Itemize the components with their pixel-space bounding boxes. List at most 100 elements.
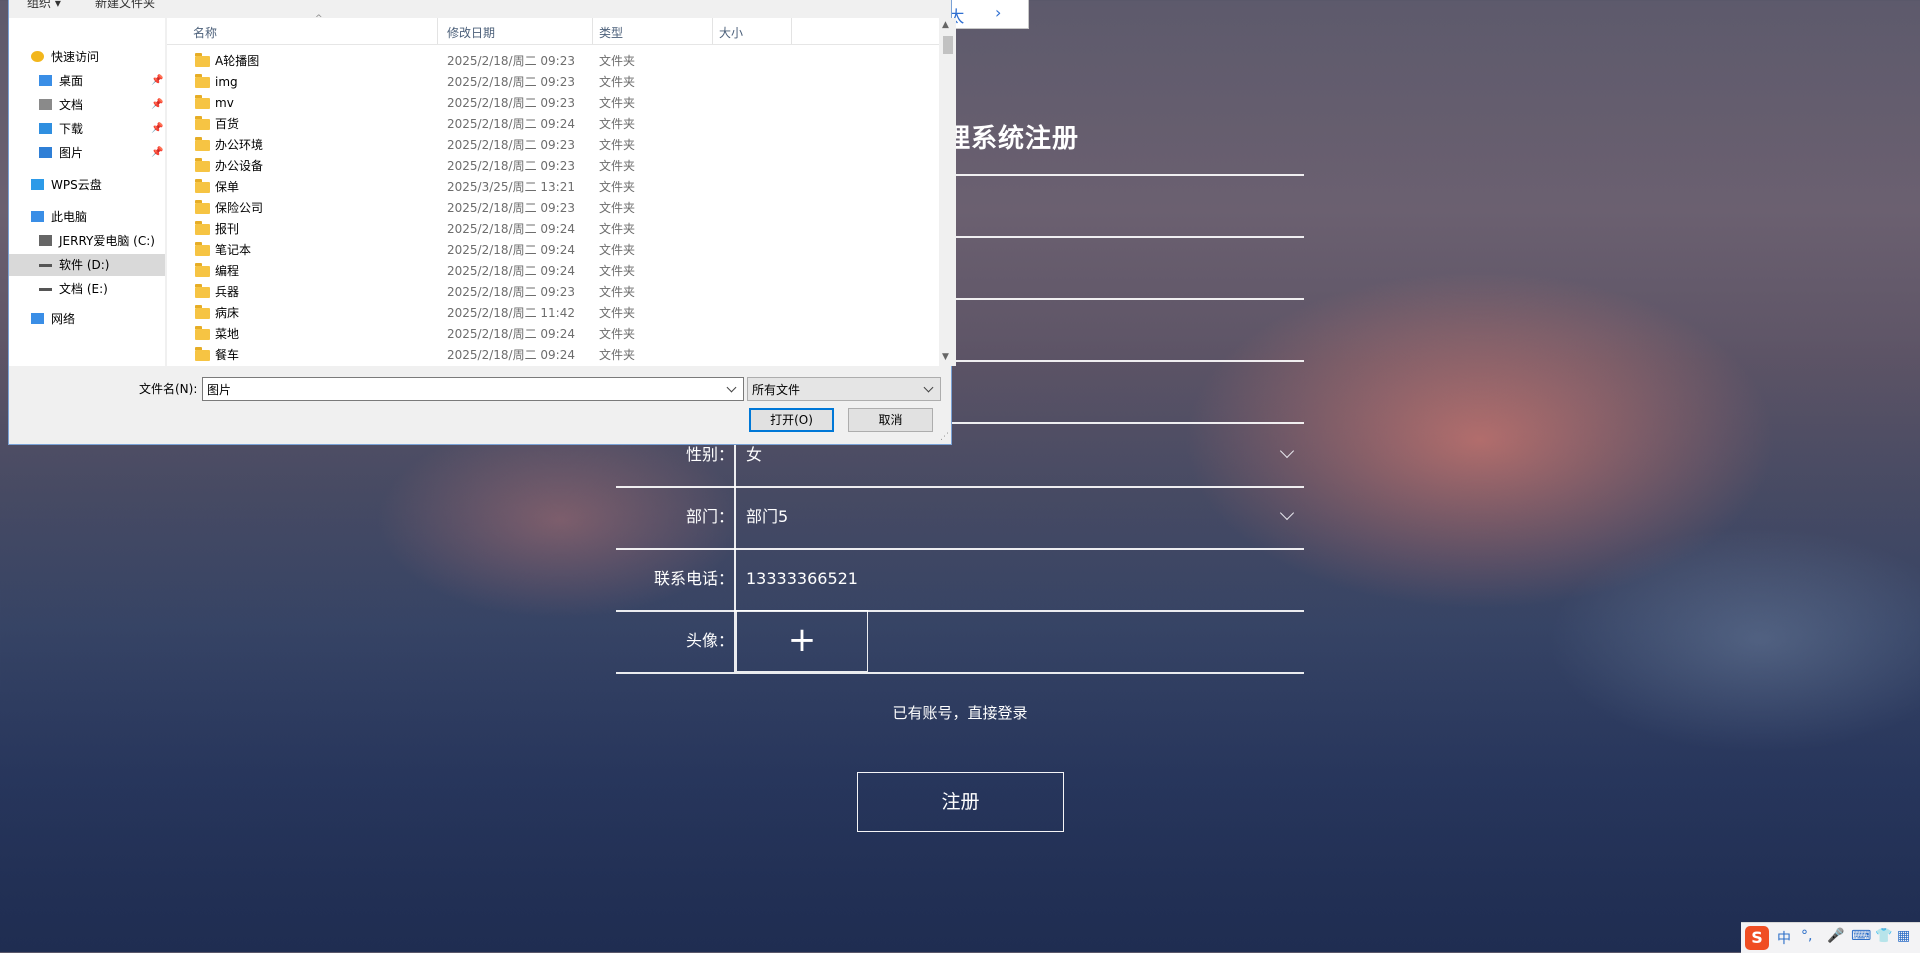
file-row[interactable]: 报刊 2025/2/18/周二 09:24 文件夹 <box>167 219 927 240</box>
file-row[interactable]: 笔记本 2025/2/18/周二 09:24 文件夹 <box>167 240 927 261</box>
ime-next-page-icon[interactable]: › <box>995 3 1001 22</box>
nav-item[interactable]: 快速访问 <box>9 46 165 68</box>
file-row[interactable]: 病床 2025/2/18/周二 11:42 文件夹 <box>167 303 927 324</box>
file-date: 2025/2/18/周二 09:23 <box>447 138 575 152</box>
phone-label: 联系电话： <box>653 569 734 588</box>
toolbox-icon[interactable]: ▦ <box>1897 928 1910 944</box>
chevron-down-icon[interactable] <box>923 382 934 393</box>
nav-item-label: WPS云盘 <box>51 178 102 192</box>
nav-item[interactable]: WPS云盘 <box>9 174 165 196</box>
keyboard-icon[interactable]: ⌨ <box>1851 928 1871 944</box>
folder-icon <box>195 263 210 277</box>
nav-item[interactable]: 网络 <box>9 308 165 330</box>
nav-item[interactable]: 软件 (D:) <box>9 254 165 276</box>
nav-item-label: 快速访问 <box>51 50 100 64</box>
filetype-select[interactable]: 所有文件 <box>747 377 941 401</box>
new-folder-button[interactable]: 新建文件夹 <box>95 0 155 11</box>
file-row[interactable]: 百货 2025/2/18/周二 09:24 文件夹 <box>167 114 927 135</box>
filename-label: 文件名(N): <box>139 382 198 396</box>
nav-item[interactable]: 文档 (E:) <box>9 278 165 300</box>
file-date: 2025/2/18/周二 09:23 <box>447 159 575 173</box>
folder-icon <box>195 95 210 109</box>
chevron-down-icon[interactable] <box>1279 443 1295 459</box>
chevron-down-icon[interactable] <box>726 382 737 393</box>
scroll-up-icon[interactable]: ▲ <box>942 20 949 30</box>
sogou-logo-icon[interactable]: S <box>1745 926 1769 950</box>
avatar-label: 头像： <box>685 631 734 650</box>
file-name: A轮播图 <box>215 54 260 68</box>
file-type: 文件夹 <box>599 138 636 152</box>
field-separator <box>734 548 736 610</box>
file-type: 文件夹 <box>599 243 636 257</box>
file-name: img <box>215 75 238 89</box>
column-size[interactable]: 大小 <box>719 24 743 41</box>
file-name: 保险公司 <box>215 201 264 215</box>
department-label: 部门： <box>685 507 734 526</box>
file-date: 2025/2/18/周二 09:24 <box>447 117 575 131</box>
cloud-icon <box>31 179 44 190</box>
vertical-scrollbar[interactable]: ▲ ▼ <box>939 18 956 366</box>
nav-item-label: 软件 (D:) <box>59 258 110 272</box>
folder-icon <box>195 137 210 151</box>
file-row[interactable]: A轮播图 2025/2/18/周二 09:23 文件夹 <box>167 51 927 72</box>
organize-menu[interactable]: 组织 ▾ <box>27 0 61 11</box>
nav-item-label: 下载 <box>59 122 84 136</box>
file-list: 名称 ^ 修改日期 类型 大小 A轮播图 2025/2/18/周二 09:23 文件… <box>167 14 943 366</box>
file-name: 病床 <box>215 306 240 320</box>
file-row[interactable]: 编程 2025/2/18/周二 09:24 文件夹 <box>167 261 927 282</box>
nav-item[interactable]: 桌面 📌 <box>9 70 165 92</box>
file-row[interactable]: 保单 2025/3/25/周二 13:21 文件夹 <box>167 177 927 198</box>
file-name: 办公环境 <box>215 138 264 152</box>
file-date: 2025/2/18/周二 09:24 <box>447 348 575 362</box>
file-type: 文件夹 <box>599 306 636 320</box>
folder-icon <box>195 179 210 193</box>
chevron-down-icon[interactable] <box>1279 505 1295 521</box>
file-row[interactable]: 办公环境 2025/2/18/周二 09:23 文件夹 <box>167 135 927 156</box>
chinese-mode-icon[interactable]: 中 <box>1777 928 1791 948</box>
file-name: 餐车 <box>215 348 240 362</box>
file-row[interactable]: 菜地 2025/2/18/周二 09:24 文件夹 <box>167 324 927 345</box>
computer-icon <box>31 211 44 222</box>
file-name: 兵器 <box>215 285 240 299</box>
scrollbar-thumb[interactable] <box>943 36 953 54</box>
open-button[interactable]: 打开(O) <box>749 408 834 432</box>
folder-icon <box>195 200 210 214</box>
column-name[interactable]: 名称 <box>193 24 217 41</box>
file-type: 文件夹 <box>599 327 636 341</box>
file-row[interactable]: 保险公司 2025/2/18/周二 09:23 文件夹 <box>167 198 927 219</box>
register-button[interactable]: 注册 <box>857 772 1064 832</box>
login-link[interactable]: 已有账号，直接登录 <box>0 702 1920 723</box>
filename-input[interactable]: 图片 <box>202 377 744 401</box>
cancel-button[interactable]: 取消 <box>848 408 933 432</box>
scroll-down-icon[interactable]: ▼ <box>942 352 949 362</box>
nav-item[interactable]: 图片 📌 <box>9 142 165 164</box>
file-type: 文件夹 <box>599 222 636 236</box>
nav-item[interactable]: JERRY爱电脑 (C:) <box>9 230 165 252</box>
column-date[interactable]: 修改日期 <box>447 24 495 41</box>
nav-item[interactable]: 文档 📌 <box>9 94 165 116</box>
nav-item-label: 文档 <box>59 98 84 112</box>
file-row[interactable]: 办公设备 2025/2/18/周二 09:23 文件夹 <box>167 156 927 177</box>
file-type: 文件夹 <box>599 180 636 194</box>
file-date: 2025/2/18/周二 09:24 <box>447 327 575 341</box>
system-drive-icon <box>39 235 52 246</box>
nav-item[interactable]: 此电脑 <box>9 206 165 228</box>
avatar-upload-button[interactable]: + <box>736 610 868 672</box>
skin-icon[interactable]: 👕 <box>1875 928 1892 944</box>
microphone-icon[interactable]: 🎤 <box>1827 928 1844 944</box>
file-row[interactable]: 兵器 2025/2/18/周二 09:23 文件夹 <box>167 282 927 303</box>
file-row[interactable]: img 2025/2/18/周二 09:23 文件夹 <box>167 72 927 93</box>
nav-item[interactable]: 下载 📌 <box>9 118 165 140</box>
column-type[interactable]: 类型 <box>599 24 623 41</box>
navigation-pane: 快速访问桌面 📌 文档 📌 下载 📌 图片 📌 WPS云盘此电脑 JERRY爱电脑 (C:) 软件 … <box>9 18 165 366</box>
resize-grip-icon[interactable]: ⋰ <box>940 432 949 442</box>
file-row[interactable]: mv 2025/2/18/周二 09:23 文件夹 <box>167 93 927 114</box>
document-icon <box>39 99 52 110</box>
department-select[interactable]: 部门5 <box>746 486 788 548</box>
punctuation-icon[interactable]: °, <box>1801 928 1812 944</box>
picture-icon <box>39 147 52 158</box>
file-row[interactable]: 餐车 2025/2/18/周二 09:24 文件夹 <box>167 345 927 366</box>
file-date: 2025/2/18/周二 09:23 <box>447 54 575 68</box>
folder-icon <box>195 284 210 298</box>
phone-input[interactable]: 13333366521 <box>746 548 858 610</box>
